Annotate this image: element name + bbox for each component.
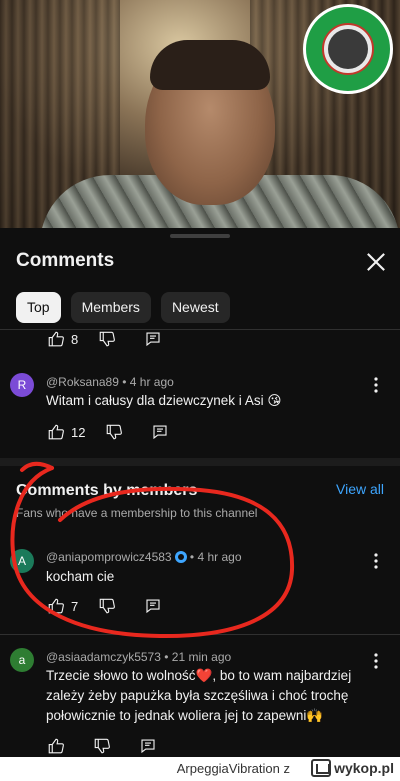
comment-author[interactable]: @Roksana89 — [46, 375, 119, 389]
tab-members[interactable]: Members — [70, 292, 151, 323]
like-count: 7 — [71, 598, 79, 614]
comment-text: Trzecie słowo to wolność❤️, bo to wam na… — [46, 666, 351, 726]
dislike-icon[interactable] — [98, 330, 116, 348]
avatar[interactable]: a — [10, 648, 34, 672]
meta-separator: • — [160, 650, 172, 664]
comment-actions: 12 — [47, 423, 169, 441]
reply-icon[interactable] — [144, 330, 162, 348]
wykop-logo-icon — [311, 759, 332, 777]
reply-icon[interactable] — [144, 597, 162, 615]
like-icon[interactable] — [47, 737, 65, 755]
like-count: 8 — [71, 331, 79, 347]
more-options-icon[interactable] — [369, 375, 383, 395]
comment-text: Witam i całusy dla dziewczynek i Asi 😘 — [46, 393, 282, 408]
comment-text-line: połowicznie to jednak woliera jej to zap… — [46, 708, 324, 723]
channel-logo — [303, 4, 393, 94]
meta-separator: • — [186, 550, 198, 564]
channel-logo-face — [328, 29, 368, 69]
tab-newest[interactable]: Newest — [160, 292, 230, 323]
comment-time: 4 hr ago — [197, 550, 242, 564]
dislike-icon[interactable] — [105, 423, 123, 441]
comment-text: kocham cie — [46, 569, 115, 584]
like-count: 12 — [71, 424, 86, 440]
comment-time: 4 hr ago — [129, 375, 174, 389]
reply-icon[interactable] — [151, 423, 169, 441]
member-badge-icon — [174, 551, 187, 563]
comment-meta: @aniapomprowicz4583 • 4 hr ago — [46, 550, 242, 564]
comment-meta: @asiaadamczyk5573 • 21 min ago — [46, 650, 231, 664]
video-person-hair — [150, 40, 270, 90]
comment-actions — [47, 737, 157, 755]
footer-suffix: z — [283, 761, 291, 776]
footer-site: wykop.pl — [334, 760, 394, 776]
comment-text-line: Trzecie słowo to wolność❤️, bo to wam na… — [46, 668, 352, 683]
avatar-letter: a — [18, 653, 26, 667]
avatar-letter: A — [17, 554, 26, 568]
comment-meta: @Roksana89 • 4 hr ago — [46, 375, 174, 389]
like-icon[interactable] — [47, 423, 65, 441]
close-icon[interactable] — [362, 248, 390, 276]
like-icon[interactable] — [47, 330, 65, 348]
divider — [0, 634, 400, 635]
avatar[interactable]: R — [10, 373, 34, 397]
view-all-link[interactable]: View all — [336, 481, 384, 497]
section-separator — [0, 458, 400, 466]
avatar-letter: R — [17, 378, 27, 392]
wykop-logo: wykop.pl — [311, 759, 394, 777]
like-icon[interactable] — [47, 597, 65, 615]
filter-chips: Top Members Newest — [16, 292, 230, 323]
members-section-subtitle: Fans who have a membership to this chann… — [16, 506, 258, 520]
more-options-icon[interactable] — [369, 551, 383, 571]
comment-text-line: zależy żeby papużka była szczęśliwa i ch… — [46, 688, 349, 703]
app-root: Comments Top Members Newest 8 R @Roksana… — [0, 0, 400, 781]
avatar[interactable]: A — [10, 549, 34, 573]
footer-user-wrap: ArpeggiaVibration z — [177, 761, 290, 776]
watermark-footer: ArpeggiaVibration z wykop.pl — [0, 757, 400, 781]
meta-separator: • — [118, 375, 130, 389]
comment-actions: 8 — [47, 330, 162, 348]
comment-actions: 7 — [47, 597, 162, 615]
comment-author[interactable]: @aniapomprowicz4583 — [46, 550, 172, 564]
tab-top[interactable]: Top — [16, 292, 61, 323]
video-player[interactable] — [0, 0, 400, 228]
members-section-title: Comments by members — [16, 482, 198, 499]
dislike-icon[interactable] — [98, 597, 116, 615]
drag-handle[interactable] — [170, 234, 230, 238]
reply-icon[interactable] — [139, 737, 157, 755]
comment-author[interactable]: @asiaadamczyk5573 — [46, 650, 161, 664]
more-options-icon[interactable] — [369, 651, 383, 671]
comment-time: 21 min ago — [171, 650, 232, 664]
dislike-icon[interactable] — [93, 737, 111, 755]
comments-title: Comments — [16, 250, 115, 271]
footer-user: ArpeggiaVibration — [176, 761, 280, 776]
